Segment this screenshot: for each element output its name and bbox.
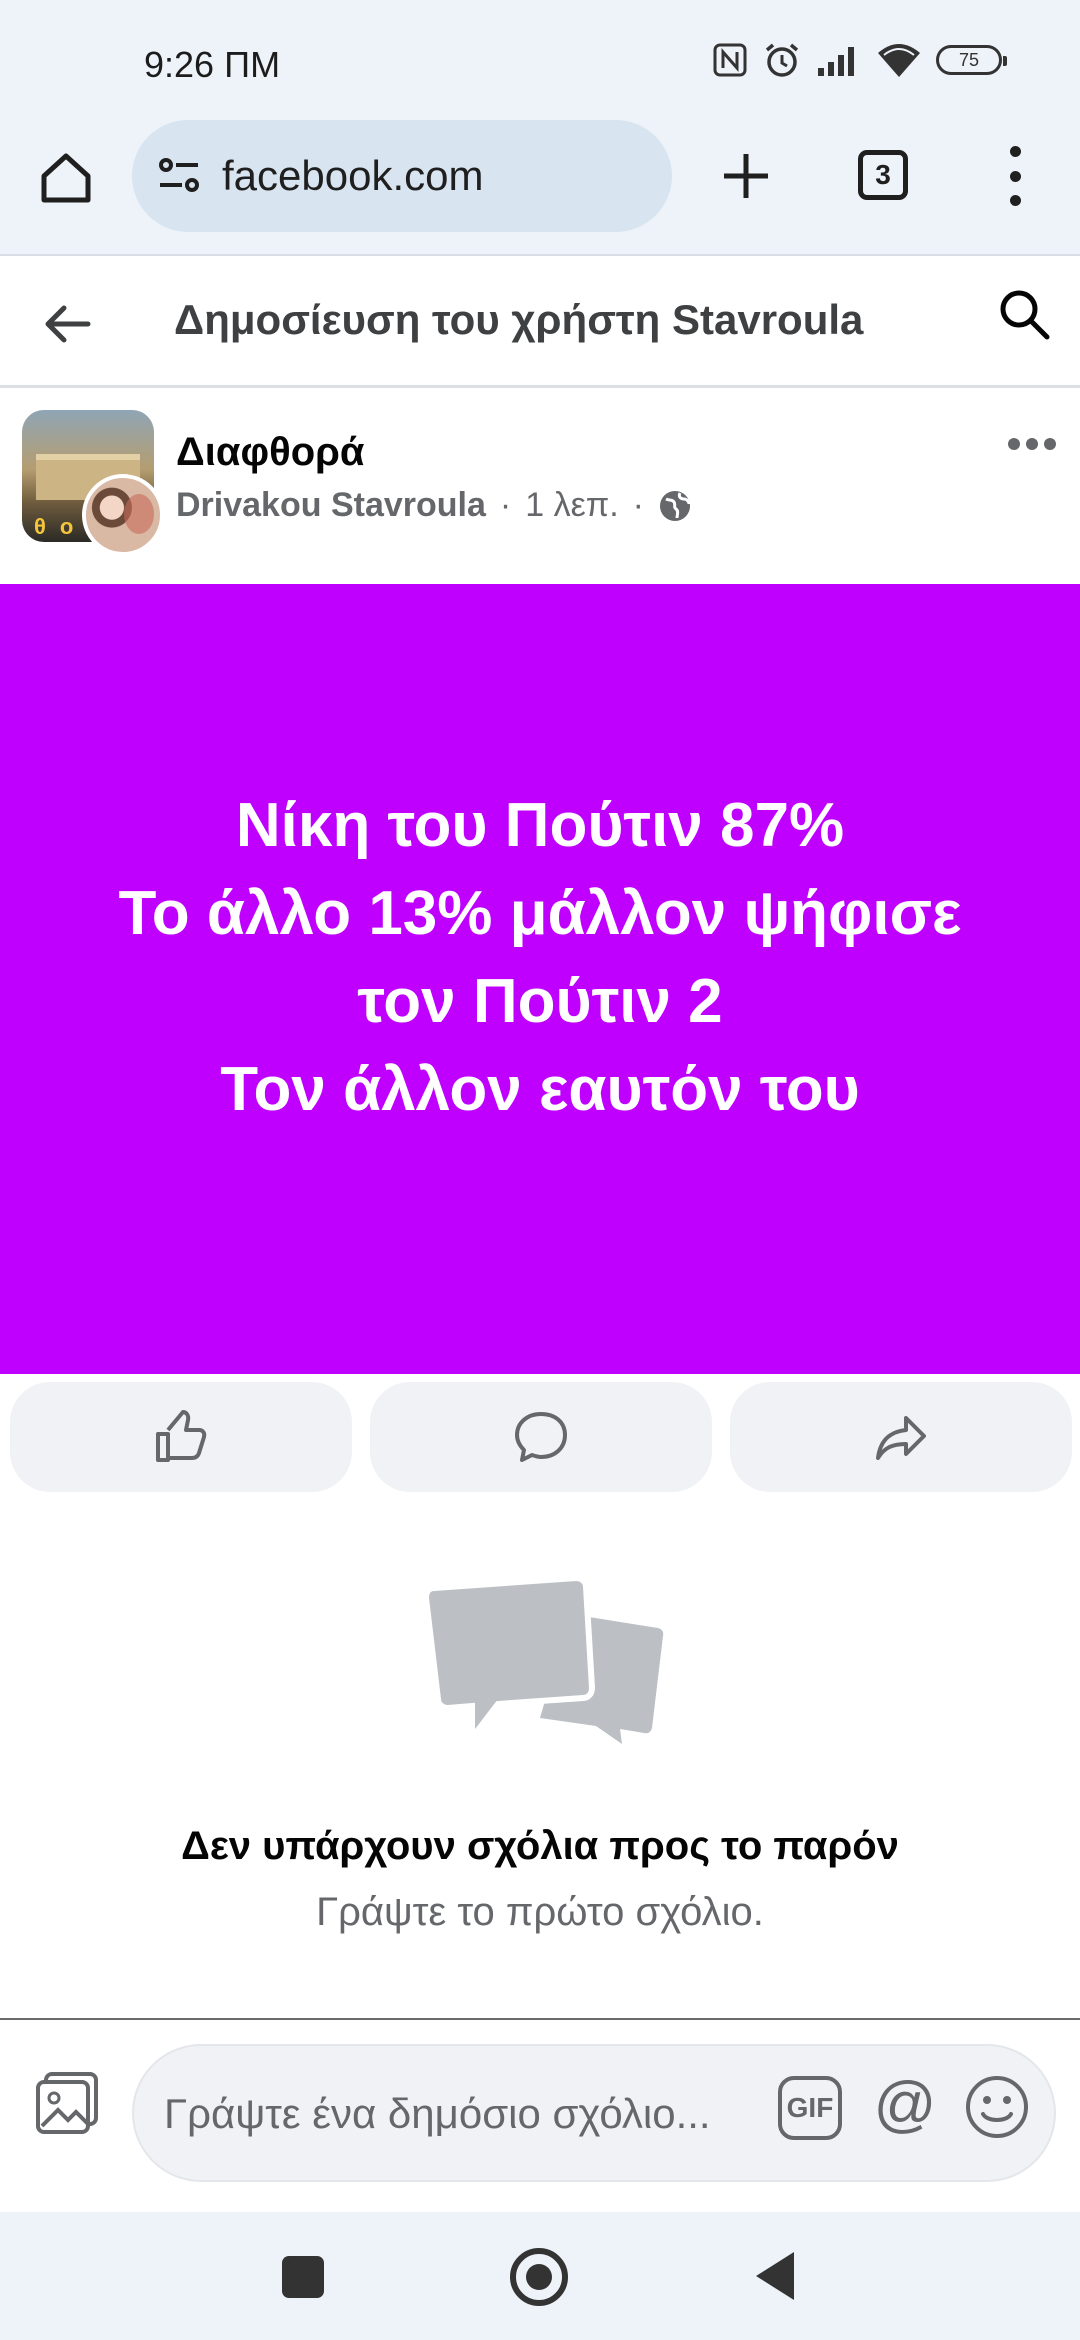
browser-toolbar: facebook.com 3 (0, 120, 1080, 256)
wifi-icon (878, 44, 920, 77)
mention-button[interactable]: @ (870, 2072, 940, 2142)
share-icon (876, 1416, 926, 1460)
separator-dot: · (499, 486, 512, 524)
author-name[interactable]: Drivakou Stavroula (176, 486, 486, 525)
status-bar: 9:26 ΠΜ 75 (0, 0, 1080, 120)
battery-icon: 75 (936, 45, 1007, 75)
post-content: Νίκη του Πούτιν 87% Το άλλο 13% μάλλον ψ… (0, 584, 1080, 1374)
thumbs-up-icon (156, 1410, 207, 1462)
post-actions (0, 1382, 1080, 1494)
post-header: θο Διαφθορά Drivakou Stavroula · 1 λεπ. … (0, 388, 1080, 584)
post-meta: Drivakou Stavroula · 1 λεπ. · (176, 486, 692, 525)
post-text-line: Νίκη του Πούτιν 87% (235, 791, 845, 860)
comment-composer: Γράψτε ένα δημόσιο σχόλιο... GIF @ (0, 2018, 1080, 2212)
tab-switcher-button[interactable]: 3 (858, 150, 908, 200)
signal-icon (818, 47, 854, 76)
emoji-icon[interactable] (964, 2074, 1030, 2140)
comment-placeholder[interactable]: Γράψτε ένα δημόσιο σχόλιο... (164, 2090, 711, 2138)
home-button[interactable] (510, 2248, 568, 2306)
avatar-decoration: θο (34, 514, 88, 539)
post-text-line: Τον άλλον εαυτόν του (220, 1055, 860, 1124)
new-tab-icon[interactable] (716, 146, 776, 206)
separator-dot: · (632, 486, 644, 524)
status-icons: 75 (712, 40, 1007, 80)
recents-button[interactable] (282, 2256, 324, 2298)
page-header: Δημοσίευση του χρήστη Stavroula (0, 258, 1080, 388)
speech-bubbles-icon (422, 1578, 664, 1744)
post-text-line: τον Πούτιν 2 (357, 967, 723, 1036)
empty-comments-subtitle: Γράψτε το πρώτο σχόλιο. (316, 1890, 764, 1934)
comment-button[interactable] (370, 1382, 712, 1492)
more-options-icon[interactable] (1008, 438, 1056, 450)
public-globe-icon (659, 490, 691, 521)
post-text-line: Το άλλο 13% μάλλον ψήφισε (118, 879, 962, 948)
back-arrow-icon[interactable] (40, 296, 96, 352)
system-nav-bar (0, 2212, 1080, 2340)
browser-menu-icon[interactable] (1000, 146, 1030, 206)
post-time[interactable]: 1 λεπ. (525, 486, 618, 525)
comment-icon (515, 1412, 567, 1462)
nfc-icon (713, 43, 747, 77)
site-settings-icon[interactable] (154, 151, 204, 201)
url-text[interactable]: facebook.com (222, 152, 483, 200)
page-title: Δημοσίευση του χρήστη Stavroula (174, 296, 864, 343)
empty-comments-title: Δεν υπάρχουν σχόλια προς το παρόν (181, 1824, 899, 1868)
address-bar[interactable]: facebook.com (132, 120, 672, 232)
post-text: Νίκη του Πούτιν 87% Το άλλο 13% μάλλον ψ… (119, 782, 962, 1134)
home-icon[interactable] (36, 148, 96, 208)
like-button[interactable] (10, 1382, 352, 1492)
back-button[interactable] (756, 2252, 794, 2300)
alarm-icon (765, 43, 799, 77)
group-name[interactable]: Διαφθορά (176, 430, 364, 475)
gif-button[interactable]: GIF (778, 2076, 842, 2140)
photo-icon[interactable] (32, 2068, 102, 2138)
share-button[interactable] (730, 1382, 1072, 1492)
author-avatar[interactable] (82, 474, 164, 556)
status-time: 9:26 ΠΜ (144, 44, 281, 85)
comment-input[interactable]: Γράψτε ένα δημόσιο σχόλιο... GIF @ (132, 2044, 1056, 2182)
search-icon[interactable] (996, 286, 1052, 342)
